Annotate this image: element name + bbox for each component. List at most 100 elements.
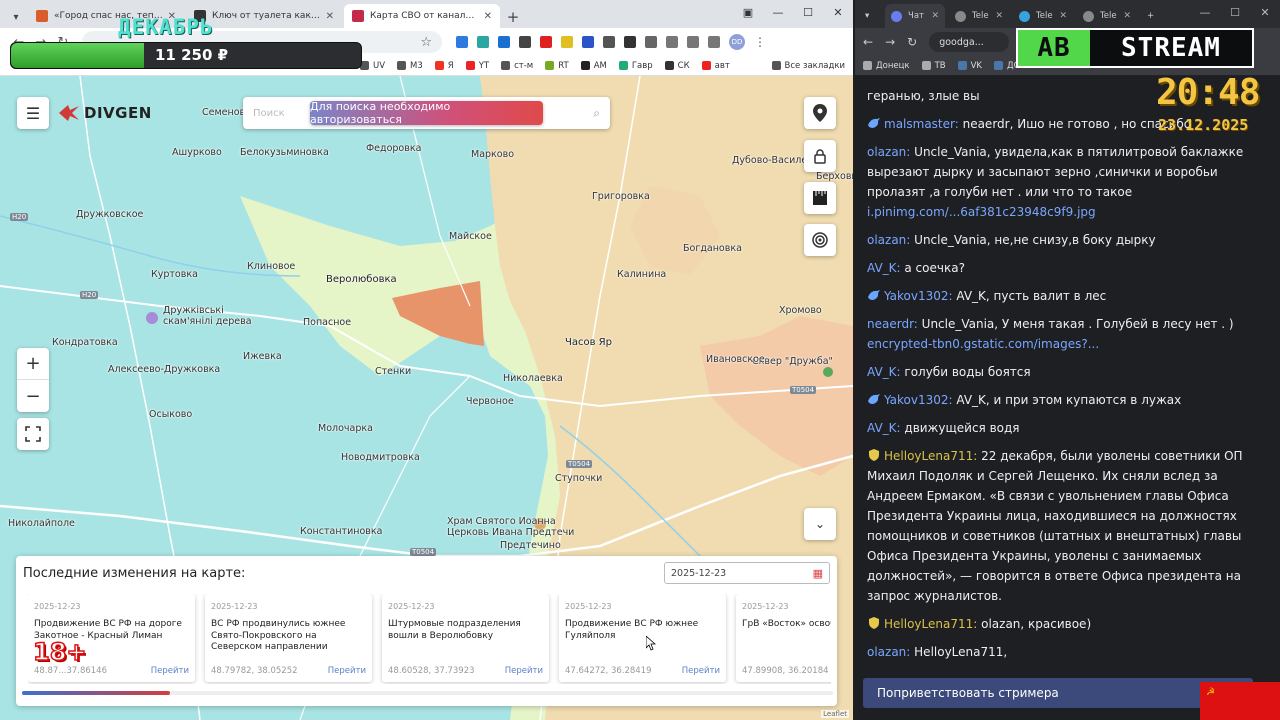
close-window-icon[interactable]: ✕ <box>823 0 853 26</box>
back-icon[interactable]: ← <box>863 35 873 49</box>
minimize-icon[interactable]: — <box>1190 0 1220 26</box>
link-icon[interactable] <box>687 36 699 48</box>
minimize-icon[interactable]: — <box>763 0 793 26</box>
chat-username[interactable]: HelloyLena711: <box>884 617 981 631</box>
fullscreen-button[interactable] <box>17 418 49 450</box>
hamburger-menu-button[interactable]: ☰ <box>17 97 49 129</box>
more-menu-icon[interactable]: ⋮ <box>754 35 766 49</box>
tab-2-active[interactable]: Карта СВО от канала DIVGEN ✕ <box>344 4 500 28</box>
greet-streamer-button[interactable]: Поприветствовать стримера <box>863 678 1253 708</box>
tab-telegram[interactable]: Tele ✕ <box>1077 4 1137 28</box>
change-card[interactable]: 2025-12-23 ВС РФ продвинулись южнее Свят… <box>205 594 372 682</box>
divgen-logo-icon <box>59 105 79 121</box>
forward-icon[interactable]: → <box>885 35 895 49</box>
new-tab-button[interactable]: + <box>502 6 524 28</box>
bookmark-item[interactable]: авт <box>701 61 730 71</box>
bookmark-star-icon[interactable]: ☆ <box>420 35 432 50</box>
ruler-button[interactable] <box>804 182 836 214</box>
extension-icon[interactable] <box>498 36 510 48</box>
reload-icon[interactable]: ↻ <box>907 35 917 49</box>
extension-icon[interactable] <box>603 36 615 48</box>
card-go-link[interactable]: Перейти <box>151 666 189 676</box>
leaflet-attribution[interactable]: Leaflet <box>821 710 849 718</box>
key-icon[interactable] <box>666 36 678 48</box>
extension-icon[interactable] <box>540 36 552 48</box>
divgen-logo[interactable]: DIVGEN <box>58 104 152 122</box>
translate-icon[interactable] <box>708 36 720 48</box>
chat-link[interactable]: i.pinimg.com/...6af381c23948c9f9.jpg <box>867 205 1096 219</box>
close-icon[interactable]: ✕ <box>995 11 1003 21</box>
chat-username[interactable]: olazan: <box>867 145 914 159</box>
bookmark-item[interactable]: YT <box>465 61 489 71</box>
close-icon[interactable]: ✕ <box>484 11 492 22</box>
zoom-in-button[interactable]: + <box>17 348 49 380</box>
chat-username[interactable]: Yakov1302: <box>884 289 956 303</box>
scrollbar-thumb[interactable] <box>22 691 170 695</box>
lock-button[interactable] <box>804 140 836 172</box>
maximize-icon[interactable]: ☐ <box>1220 0 1250 26</box>
bookmark-item[interactable]: ТВ <box>921 60 946 71</box>
close-window-icon[interactable]: ✕ <box>1250 0 1280 26</box>
calendar-icon[interactable]: ▦ <box>813 567 823 580</box>
layers-button[interactable] <box>804 224 836 256</box>
tab-telegram[interactable]: Tele ✕ <box>1013 4 1073 28</box>
map-canvas[interactable]: Семеновка Ашурково Белокузьминовка Федор… <box>0 76 853 720</box>
chat-text: Uncle_Vania, увидела,как в пятилитровой … <box>867 145 1244 199</box>
change-card[interactable]: 2025-12-23 ГрВ «Восток» освобо Андреевку… <box>736 594 831 682</box>
folder-icon <box>771 61 781 70</box>
extension-icon[interactable] <box>624 36 636 48</box>
chat-username[interactable]: malsmaster: <box>884 117 963 131</box>
close-icon[interactable]: ✕ <box>931 11 939 21</box>
extension-icon[interactable] <box>456 36 468 48</box>
chat-username[interactable]: neaerdr: <box>867 317 922 331</box>
extension-icon[interactable] <box>561 36 573 48</box>
bookmark-item[interactable]: M3 <box>397 61 423 71</box>
tab-telegram[interactable]: Tele ✕ <box>949 4 1009 28</box>
tab-list-icon[interactable]: ▣ <box>733 0 763 26</box>
cards-scrollbar[interactable] <box>22 691 833 695</box>
bookmark-item[interactable]: Донецк <box>863 60 910 71</box>
change-card[interactable]: 2025-12-23 Штурмовые подразделения вошли… <box>382 594 549 682</box>
chat-username[interactable]: AV_K: <box>867 365 904 379</box>
bookmark-item[interactable]: ст-м <box>501 61 533 71</box>
zoom-out-button[interactable]: − <box>17 380 49 412</box>
search-icon[interactable]: ⌕ <box>593 106 600 121</box>
chat-username[interactable]: AV_K: <box>867 261 904 275</box>
bookmark-item[interactable]: UV <box>360 61 385 71</box>
card-go-link[interactable]: Перейти <box>328 666 366 676</box>
chat-username[interactable]: olazan: <box>867 645 914 659</box>
chat-username[interactable]: olazan: <box>867 233 914 247</box>
change-card[interactable]: 2025-12-23 Продвижение ВС РФ южнее Гуляй… <box>559 594 726 682</box>
bookmark-item[interactable]: AM <box>580 61 607 71</box>
all-bookmarks[interactable]: Все закладки <box>771 61 845 71</box>
close-icon[interactable]: ✕ <box>326 11 334 22</box>
chat-username[interactable]: Yakov1302: <box>884 393 956 407</box>
extension-icon[interactable] <box>477 36 489 48</box>
extension-icon[interactable] <box>582 36 594 48</box>
bookmark-item[interactable]: Гавр <box>618 61 653 71</box>
chat-username[interactable]: HelloyLena711: <box>884 449 981 463</box>
bookmark-icon <box>580 61 590 70</box>
bookmark-item[interactable]: СК <box>664 61 690 71</box>
chat-username[interactable]: AV_K: <box>867 421 904 435</box>
tab-search-icon[interactable]: ▾ <box>859 4 881 28</box>
bookmark-item[interactable]: VK <box>957 60 982 71</box>
collapse-panel-button[interactable]: ⌄ <box>804 508 836 540</box>
card-go-link[interactable]: Перейти <box>682 666 720 676</box>
extension-icon[interactable] <box>519 36 531 48</box>
bookmark-item[interactable]: RT <box>545 61 569 71</box>
close-icon[interactable]: ✕ <box>1059 11 1067 21</box>
profile-avatar[interactable]: DD <box>729 34 745 50</box>
new-tab-button[interactable]: + <box>1141 4 1161 28</box>
address-bar[interactable]: goodga... <box>929 32 1010 52</box>
tab-search-icon[interactable]: ▾ <box>4 6 28 28</box>
bookmark-item[interactable]: Я <box>434 61 454 71</box>
tab-chat[interactable]: Чат ✕ <box>885 4 945 28</box>
maximize-icon[interactable]: ☐ <box>793 0 823 26</box>
puzzle-icon[interactable] <box>645 36 657 48</box>
location-button[interactable] <box>804 97 836 129</box>
close-icon[interactable]: ✕ <box>1123 11 1131 21</box>
card-go-link[interactable]: Перейти <box>505 666 543 676</box>
date-filter-input[interactable]: 2025-12-23 ▦ <box>664 562 830 584</box>
chat-link[interactable]: encrypted-tbn0.gstatic.com/images?... <box>867 337 1099 351</box>
